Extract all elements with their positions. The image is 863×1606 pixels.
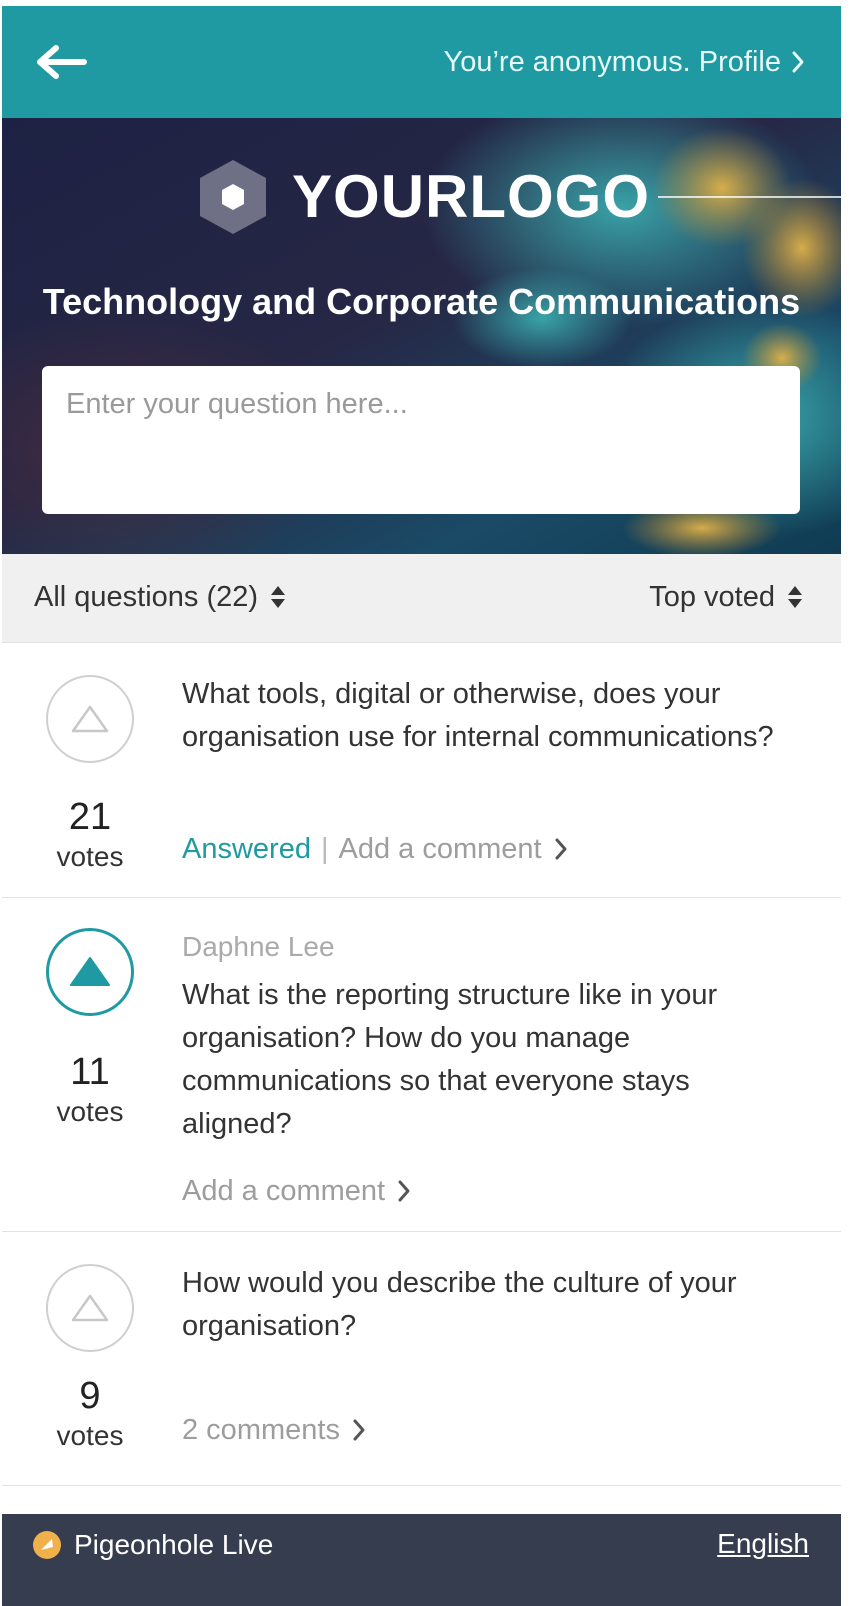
hexagon-logo-icon — [200, 160, 266, 234]
triangle-up-outline-icon — [71, 1294, 109, 1322]
profile-link-label: You’re anonymous. Profile — [443, 46, 781, 78]
question-text: What is the reporting structure like in … — [182, 979, 718, 1140]
vote-count: 11 — [70, 1051, 110, 1093]
chevron-right-icon — [792, 51, 804, 73]
vote-label: votes — [56, 1420, 124, 1451]
profile-link[interactable]: You’re anonymous. Profile — [444, 44, 805, 80]
question-actions: Answered | Add a comment — [182, 831, 568, 867]
question-text: How would you describe the culture of yo… — [182, 1267, 737, 1342]
comments-link[interactable]: 2 comments — [182, 1412, 366, 1448]
footer-brand: Pigeonhole Live — [32, 1514, 273, 1576]
upvote-button[interactable] — [46, 928, 134, 1016]
question-filter-label: All questions (22) — [34, 581, 259, 613]
answered-status: Answered — [182, 833, 311, 865]
question-author: Daphne Lee — [182, 931, 335, 962]
sort-order-label: Top voted — [649, 581, 775, 613]
question-text: What tools, digital or otherwise, does y… — [182, 678, 774, 753]
pigeonhole-logo-icon — [33, 1531, 61, 1559]
question-item: 9 votes How would you describe the cultu… — [2, 1232, 841, 1486]
chevron-right-icon — [398, 1180, 410, 1202]
question-item: 11 votes Daphne Lee What is the reportin… — [2, 898, 841, 1232]
upvote-button[interactable] — [46, 1264, 134, 1352]
top-bar: You’re anonymous. Profile — [2, 6, 841, 118]
sort-updown-icon — [271, 586, 286, 608]
event-title: Technology and Corporate Communications — [42, 281, 801, 322]
chevron-right-icon — [353, 1419, 365, 1441]
triangle-up-outline-icon — [71, 705, 109, 733]
logo-divider-line — [658, 196, 841, 198]
question-item: 21 votes What tools, digital or otherwis… — [2, 643, 841, 898]
comment-link-label: 2 comments — [182, 1414, 340, 1446]
filter-bar: All questions (22) Top voted — [2, 554, 841, 643]
triangle-up-filled-icon — [70, 957, 110, 986]
sort-order-dropdown[interactable]: Top voted — [649, 579, 803, 615]
vote-count: 21 — [68, 796, 112, 838]
question-input[interactable] — [42, 366, 800, 514]
comment-link-label: Add a comment — [338, 833, 542, 865]
upvote-button[interactable] — [46, 675, 134, 763]
vote-label: votes — [56, 1096, 124, 1127]
action-separator: | — [320, 833, 329, 865]
question-filter-dropdown[interactable]: All questions (22) — [34, 579, 286, 615]
event-hero-banner: YOURLOGO Technology and Corporate Commun… — [2, 118, 841, 554]
question-actions: Add a comment — [182, 1173, 411, 1209]
event-logo: YOURLOGO — [196, 158, 650, 236]
comment-link-label: Add a comment — [182, 1175, 386, 1207]
chevron-right-icon — [555, 838, 567, 860]
language-selector[interactable]: English — [717, 1528, 809, 1560]
sort-updown-icon — [788, 586, 802, 608]
footer-brand-label: Pigeonhole Live — [74, 1529, 274, 1560]
vote-count: 9 — [79, 1375, 101, 1417]
footer-bar: Pigeonhole Live English — [2, 1514, 841, 1606]
question-actions: 2 comments — [182, 1412, 366, 1448]
logo-text: YOURLOGO — [292, 163, 651, 230]
app-screen: You’re anonymous. Profile YOURLOGO Techn… — [2, 6, 841, 1606]
add-comment-link[interactable]: Add a comment — [339, 831, 568, 867]
back-arrow-icon[interactable] — [32, 40, 90, 84]
add-comment-link[interactable]: Add a comment — [182, 1173, 411, 1209]
vote-label: votes — [56, 841, 124, 872]
